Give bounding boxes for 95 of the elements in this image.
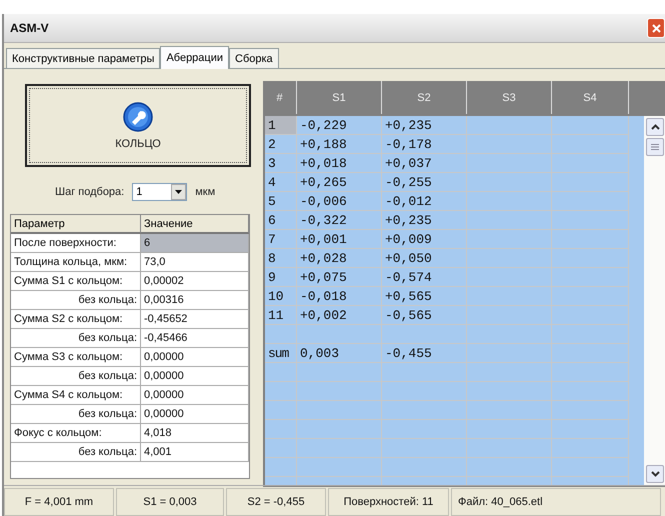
empty-cell	[265, 382, 297, 401]
row-number-cell[interactable]: 7	[265, 230, 297, 249]
row-number-cell[interactable]: 10	[265, 287, 297, 306]
row-number-cell[interactable]: 1	[265, 116, 297, 135]
parameter-cell: без кольца:	[11, 291, 141, 310]
row-number-cell[interactable]: sum	[265, 344, 297, 363]
table-cell: +0,028	[297, 249, 382, 268]
row-number-cell[interactable]: 2	[265, 135, 297, 154]
window-title: ASM-V	[10, 21, 49, 35]
caret-icon	[175, 190, 182, 194]
unit-label: мкм	[195, 186, 216, 198]
column-header: #	[263, 81, 297, 114]
column-header: Значение	[141, 215, 249, 234]
table-cell: -0,012	[382, 192, 467, 211]
tab[interactable]: Аберрации	[160, 46, 230, 69]
table-cell: +0,188	[297, 135, 382, 154]
parameter-cell: без кольца:	[11, 443, 141, 462]
parameter-cell: Сумма S4 с кольцом:	[11, 386, 141, 405]
table-cell: +0,265	[297, 173, 382, 192]
row-number-cell[interactable]: 3	[265, 154, 297, 173]
table-cell: -0,006	[297, 192, 382, 211]
table-cell: -0,565	[382, 306, 467, 325]
empty-cell	[265, 458, 297, 477]
step-label: Шаг подбора:	[55, 186, 124, 198]
table-cell: 0,003	[297, 344, 382, 363]
value-cell[interactable]: 4,001	[141, 443, 249, 462]
value-cell[interactable]: 0,00002	[141, 272, 249, 291]
parameter-cell: Толщина кольца, мкм:	[11, 253, 141, 272]
value-cell[interactable]: 6	[141, 234, 249, 253]
table-cell: -0,574	[382, 268, 467, 287]
table-cell: +0,009	[382, 230, 467, 249]
status-text: S2 = -0,455	[226, 488, 326, 516]
value-cell[interactable]: 73,0	[141, 253, 249, 272]
parameter-cell: Фокус с кольцом:	[11, 424, 141, 443]
table-cell: -0,178	[382, 135, 467, 154]
table-cell: +0,037	[382, 154, 467, 173]
tab[interactable]: Конструктивные параметры	[6, 48, 160, 68]
column-header: S3	[467, 81, 552, 114]
table-cell: +0,001	[297, 230, 382, 249]
column-header: Параметр	[11, 215, 141, 234]
parameter-cell: Сумма S2 с кольцом:	[11, 310, 141, 329]
table-cell: +0,235	[382, 116, 467, 135]
scrollbar[interactable]	[644, 116, 665, 485]
row-number-cell[interactable]: 4	[265, 173, 297, 192]
step-dropdown[interactable]: 1	[132, 183, 188, 201]
table-cell: -0,322	[297, 211, 382, 230]
empty-cell	[265, 325, 297, 344]
table-cell: -0,455	[382, 344, 467, 363]
row-number-cell[interactable]: 11	[265, 306, 297, 325]
table-cell: -0,255	[382, 173, 467, 192]
value-cell[interactable]: 4,018	[141, 424, 249, 443]
table-cell: +0,018	[297, 154, 382, 173]
table-cell: +0,235	[382, 211, 467, 230]
empty-cell	[265, 420, 297, 439]
scroll-down-icon	[650, 471, 660, 477]
status-text: Поверхностей: 11	[328, 488, 449, 516]
column-header: S4	[552, 81, 629, 114]
empty-cell	[265, 401, 297, 420]
parameter-cell: Сумма S1 с кольцом:	[11, 272, 141, 291]
parameter-cell: без кольца:	[11, 405, 141, 424]
scroll-up-icon	[650, 124, 660, 130]
ring-button[interactable]: КОЛЬЦО	[25, 84, 251, 167]
row-number-cell[interactable]: 6	[265, 211, 297, 230]
parameter-cell: Сумма S3 с кольцом:	[11, 348, 141, 367]
table-cell: +0,075	[297, 268, 382, 287]
wrench-icon	[123, 102, 153, 132]
status-text: S1 = 0,003	[116, 488, 224, 516]
row-number-cell[interactable]: 8	[265, 249, 297, 268]
value-cell[interactable]: 0,00000	[141, 348, 249, 367]
tab[interactable]: Сборка	[229, 48, 279, 68]
close-icon	[652, 24, 660, 32]
value-cell[interactable]: 0,00000	[141, 405, 249, 424]
status-text: Файл: 40_065.etl	[451, 488, 661, 516]
table-cell: +0,565	[382, 287, 467, 306]
parameter-cell: без кольца:	[11, 367, 141, 386]
value-cell[interactable]: -0,45652	[141, 310, 249, 329]
row-number-cell[interactable]: 9	[265, 268, 297, 287]
grip-icon	[651, 144, 659, 150]
value-cell[interactable]: 0,00000	[141, 386, 249, 405]
row-number-cell[interactable]: 5	[265, 192, 297, 211]
table-cell: +0,002	[297, 306, 382, 325]
table-cell: -0,018	[297, 287, 382, 306]
empty-cell	[265, 363, 297, 382]
close-button[interactable]	[647, 18, 665, 38]
column-header: S2	[382, 81, 467, 114]
parameter-cell: без кольца:	[11, 329, 141, 348]
status-text: F = 4,001 mm	[4, 488, 114, 516]
value-cell[interactable]: 0,00316	[141, 291, 249, 310]
table-cell: +0,050	[382, 249, 467, 268]
column-header: S1	[297, 81, 382, 114]
parameter-cell: После поверхности:	[11, 234, 141, 253]
empty-cell	[265, 439, 297, 458]
value-cell[interactable]: 0,00000	[141, 367, 249, 386]
table-cell: -0,229	[297, 116, 382, 135]
value-cell[interactable]: -0,45466	[141, 329, 249, 348]
